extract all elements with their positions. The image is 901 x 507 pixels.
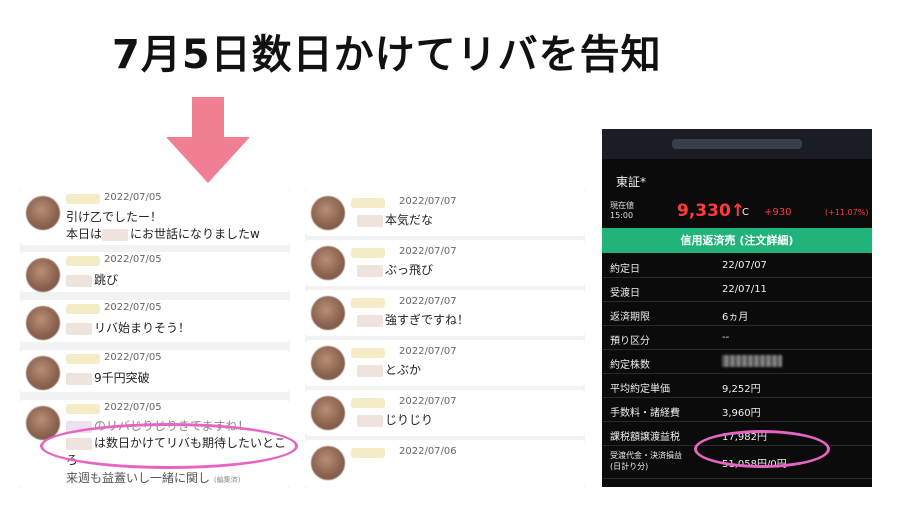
highlight-ellipse-left xyxy=(40,423,298,469)
message-text: 強すぎですね！ xyxy=(357,311,469,328)
message-date: 2022/07/07 xyxy=(399,246,457,257)
detail-row: 受渡日 22/07/11 xyxy=(602,278,872,302)
message-text: とぶか xyxy=(357,361,421,378)
stock-header-bar xyxy=(602,129,872,159)
list-item: 2022/07/07 本気だな xyxy=(305,190,585,236)
detail-row: 手数料・諸経費 3,960円 xyxy=(602,398,872,422)
close-mark: C xyxy=(742,207,749,218)
price-change: +930 xyxy=(764,207,792,218)
detail-row: 約定株数 xyxy=(602,350,872,374)
message-date: 2022/07/05 xyxy=(104,402,162,413)
message-text: じりじり xyxy=(357,411,433,428)
message-date: 2022/07/07 xyxy=(399,346,457,357)
detail-row: 預り区分 -- xyxy=(602,326,872,350)
detail-row: 約定日 22/07/07 xyxy=(602,254,872,278)
avatar xyxy=(311,396,345,430)
avatar xyxy=(311,446,345,480)
message-date: 2022/07/05 xyxy=(104,254,162,265)
list-item: 2022/07/05 リバ始まりそう！ xyxy=(20,300,290,342)
username-blurred xyxy=(66,354,100,364)
username-blurred xyxy=(66,256,100,266)
avatar xyxy=(26,196,60,230)
avatar xyxy=(26,306,60,340)
avatar xyxy=(311,296,345,330)
message-date: 2022/07/06 xyxy=(399,446,457,457)
list-item: 2022/07/05 9千円突破 xyxy=(20,350,290,392)
username-blurred xyxy=(351,198,385,208)
list-item: 2022/07/05 引け乙でしたー！ 本日は にお世話になりましたw xyxy=(20,190,290,245)
username-blurred xyxy=(351,448,385,458)
detail-row: 返済期限 6ヵ月 xyxy=(602,302,872,326)
exchange-label: 東証* xyxy=(616,175,647,189)
username-blurred xyxy=(66,304,100,314)
message-text: ぶっ飛び xyxy=(357,261,433,278)
list-item: 2022/07/07 強すぎですね！ xyxy=(305,290,585,336)
avatar xyxy=(311,346,345,380)
username-blurred xyxy=(351,348,385,358)
detail-row: 平均約定単価 9,252円 xyxy=(602,374,872,398)
message-date: 2022/07/05 xyxy=(104,352,162,363)
down-arrow-icon xyxy=(166,97,250,183)
avatar xyxy=(311,246,345,280)
username-blurred xyxy=(66,404,100,414)
username-blurred xyxy=(351,398,385,408)
message-text: 跳び xyxy=(66,271,118,288)
list-item: 2022/07/05 跳び xyxy=(20,252,290,292)
price-change-percent: (+11.07%) xyxy=(825,208,869,217)
message-date: 2022/07/05 xyxy=(104,192,162,203)
message-text: 本日は にお世話になりましたw xyxy=(66,227,260,241)
username-blurred xyxy=(351,298,385,308)
message-text: 来週も益蓋いし一緒に関し (編集済) xyxy=(66,471,241,485)
username-blurred xyxy=(351,248,385,258)
message-text: 9千円突破 xyxy=(66,369,150,386)
chat-column-middle: 2022/07/07 本気だな 2022/07/07 ぶっ飛び 2022/07/… xyxy=(305,190,585,488)
message-date: 2022/07/07 xyxy=(399,196,457,207)
list-item: 2022/07/07 じりじり xyxy=(305,390,585,436)
current-price: 9,330↑ xyxy=(677,201,746,221)
avatar xyxy=(26,356,60,390)
order-detail-title: 信用返済売 (注文詳細) xyxy=(602,228,872,253)
message-date: 2022/07/05 xyxy=(104,302,162,313)
list-item: 2022/07/07 ぶっ飛び xyxy=(305,240,585,286)
shares-blurred xyxy=(722,355,782,367)
current-price-label: 現在値 15:00 xyxy=(610,201,634,220)
message-text: リバ始まりそう！ xyxy=(66,319,190,336)
avatar xyxy=(26,258,60,292)
avatar xyxy=(311,196,345,230)
username-blurred xyxy=(66,194,100,204)
message-date: 2022/07/07 xyxy=(399,296,457,307)
message-text: 引け乙でしたー！ xyxy=(66,210,163,224)
list-item: 2022/07/07 とぶか xyxy=(305,340,585,386)
list-item: 2022/07/06 xyxy=(305,440,585,488)
highlight-ellipse-right xyxy=(694,430,830,468)
headline: 7月5日数日かけてリバを告知 xyxy=(112,32,662,78)
message-text: 本気だな xyxy=(357,211,433,228)
message-date: 2022/07/07 xyxy=(399,396,457,407)
